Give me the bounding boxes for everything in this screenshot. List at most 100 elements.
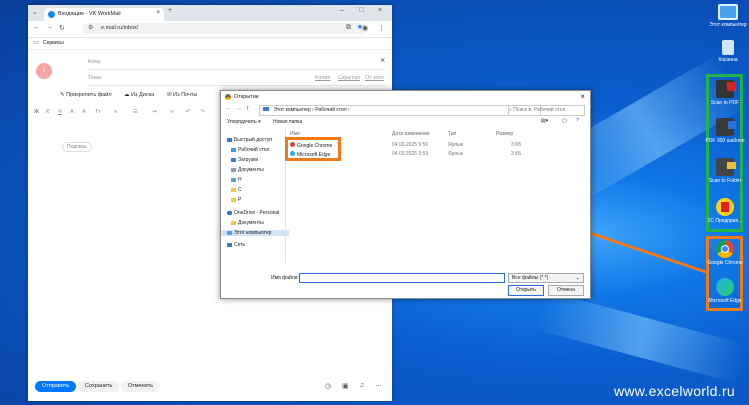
documents-icon xyxy=(231,168,236,172)
chevron-down-icon: ⌄ xyxy=(575,275,580,281)
filename-label: Имя файла: xyxy=(271,275,299,281)
close-tab-icon[interactable]: × xyxy=(156,10,160,16)
subject-field[interactable]: Тема xyxy=(88,75,101,81)
dialog-title: Открытие xyxy=(234,94,259,100)
column-size[interactable]: Размер xyxy=(496,131,513,137)
folder-icon xyxy=(231,198,236,202)
from-mail-button[interactable]: ✉ Из Почты xyxy=(167,92,197,98)
reload-icon[interactable]: ↻ xyxy=(59,24,65,32)
to-field[interactable]: Кому xyxy=(88,59,101,65)
dialog-titlebar: Открытие × xyxy=(221,91,590,103)
network-icon xyxy=(227,243,232,247)
filetype-select[interactable]: Все файлы (*.*) ⌄ xyxy=(508,273,584,283)
close-compose-icon[interactable]: × xyxy=(380,55,385,65)
close-dialog-icon[interactable]: × xyxy=(580,92,585,101)
help-icon[interactable]: ? xyxy=(576,118,579,124)
nav-this-pc[interactable]: Этот компьютер xyxy=(221,230,289,236)
close-window-icon[interactable]: × xyxy=(378,7,382,14)
maximize-icon[interactable]: □ xyxy=(359,7,363,14)
copy-link[interactable]: Копия xyxy=(315,75,330,81)
bookmark-services[interactable]: Сервисы xyxy=(43,40,64,46)
nav-quick-access[interactable]: Быстрый доступ xyxy=(227,137,272,143)
from-link[interactable]: От кого xyxy=(365,75,384,81)
nav-downloads[interactable]: Загрузки xyxy=(231,157,258,163)
indent-icon[interactable]: ⇥ xyxy=(152,109,157,115)
text-color-icon[interactable]: A xyxy=(70,109,74,115)
nav-onedrive[interactable]: OneDrive - Personal xyxy=(227,210,279,216)
redo-icon[interactable]: ↷ xyxy=(200,109,205,115)
vk-workmail-icon xyxy=(48,11,55,18)
nav-network[interactable]: Сеть xyxy=(227,242,245,248)
bcc-link[interactable]: Скрытая xyxy=(338,75,360,81)
new-tab-icon[interactable]: + xyxy=(168,7,172,14)
file-size: 3 КБ xyxy=(511,151,522,157)
address-bar[interactable]: ⚙ e.mail.ru/inbox/ ★ xyxy=(83,23,368,34)
font-icon[interactable]: Tт xyxy=(95,109,101,115)
undo-icon[interactable]: ↶ xyxy=(186,109,191,115)
nav-folder-h[interactable]: Н xyxy=(231,177,242,183)
pictures-icon xyxy=(231,178,236,182)
attach-file-button[interactable]: ✎ Прикрепить файл xyxy=(60,92,112,98)
filename-input[interactable] xyxy=(299,273,505,283)
download-icon xyxy=(231,158,236,162)
signature-chip[interactable]: Подпись xyxy=(62,142,92,152)
column-date[interactable]: Дата изменения xyxy=(392,131,430,137)
tab-inbox[interactable]: Входящие - VK WorkMail × xyxy=(44,8,164,21)
file-row[interactable]: Microsoft Edge xyxy=(290,151,330,158)
nav-onedrive-documents[interactable]: Документы xyxy=(231,220,264,226)
computer-icon xyxy=(227,231,232,235)
list-icon[interactable]: ☰ xyxy=(133,109,138,115)
site-info-icon[interactable]: ⚙ xyxy=(88,24,93,31)
file-row[interactable]: Google Chrome xyxy=(290,142,332,149)
address-bar-row: ← → ↻ ⚙ e.mail.ru/inbox/ ★ ⧉ ◉ ⋮ xyxy=(28,21,392,38)
menu-icon[interactable]: ⋮ xyxy=(378,24,385,32)
minimize-icon[interactable]: – xyxy=(340,7,344,14)
align-icon[interactable]: ≡ xyxy=(114,109,117,115)
profile-icon[interactable]: ◉ xyxy=(362,24,368,32)
highlight-icon[interactable]: A xyxy=(82,109,86,115)
command-bar: Упорядочить ▾ Новая папка ▤▾ ▢ ? xyxy=(221,117,590,128)
cancel-button[interactable]: Отменить xyxy=(121,381,161,392)
forward-icon[interactable]: → xyxy=(46,24,53,31)
from-disk-button[interactable]: ☁ Из Диска xyxy=(124,92,154,98)
avatar: I xyxy=(36,63,52,79)
cancel-button[interactable]: Отмена xyxy=(548,285,584,296)
link-icon[interactable]: ∞ xyxy=(170,109,174,115)
file-type: Ярлык xyxy=(448,142,463,148)
more-icon[interactable]: ⋯ xyxy=(375,382,382,390)
italic-icon[interactable]: К xyxy=(46,109,49,115)
template-icon[interactable]: ▣ xyxy=(342,382,349,390)
google-chrome-icon xyxy=(290,142,295,147)
back-icon[interactable]: ← xyxy=(225,105,232,112)
navigation-pane: Быстрый доступ Рабочий стол Загрузки Док… xyxy=(221,132,289,260)
forward-icon[interactable]: → xyxy=(235,105,242,112)
search-box[interactable]: ⌕ Поиск в: Рабочий стол xyxy=(508,105,585,116)
dialog-footer: Имя файла: Все файлы (*.*) ⌄ Открыть Отме… xyxy=(221,267,590,297)
file-size: 3 КБ xyxy=(511,142,522,148)
star-icon xyxy=(227,138,232,142)
column-type[interactable]: Тип xyxy=(448,131,456,137)
nav-folder-c[interactable]: С xyxy=(231,187,242,193)
nav-desktop[interactable]: Рабочий стол xyxy=(231,147,269,153)
save-button[interactable]: Сохранить xyxy=(78,381,120,392)
nav-folder-p[interactable]: Р xyxy=(231,197,241,203)
extensions-icon[interactable]: ⧉ xyxy=(346,24,351,32)
open-button[interactable]: Открыть xyxy=(508,285,544,296)
breadcrumb[interactable]: Этот компьютер › Рабочий стол › xyxy=(259,105,541,116)
clock-icon[interactable]: ◷ xyxy=(325,382,331,390)
nav-documents[interactable]: Документы xyxy=(231,167,264,173)
preview-pane-icon[interactable]: ▢ xyxy=(562,118,567,124)
tab-menu-icon[interactable]: ⌄ xyxy=(32,8,38,16)
bold-icon[interactable]: Ж xyxy=(34,109,39,115)
underline-icon[interactable]: Ч xyxy=(58,109,62,115)
up-icon[interactable]: ↑ xyxy=(246,105,250,112)
folder-icon xyxy=(231,188,236,192)
notification-icon[interactable]: ♫ xyxy=(359,382,364,389)
file-date: 04.03.2025 9:50 xyxy=(392,142,429,148)
view-options-icon[interactable]: ▤▾ xyxy=(541,118,548,124)
organize-button[interactable]: Упорядочить ▾ xyxy=(227,119,261,125)
send-button[interactable]: Отправить xyxy=(35,381,77,392)
file-type: Ярлык xyxy=(448,151,463,157)
new-folder-button[interactable]: Новая папка xyxy=(273,119,302,125)
back-icon[interactable]: ← xyxy=(33,24,40,31)
